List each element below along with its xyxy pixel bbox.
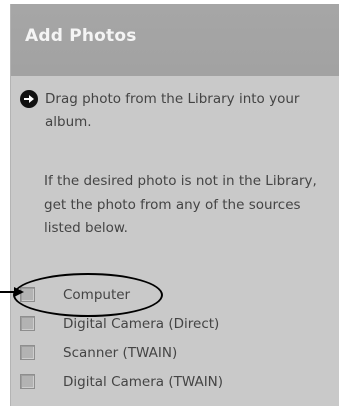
source-label: Scanner (TWAIN) — [63, 344, 178, 361]
instruction: Drag photo from the Library into your al… — [20, 88, 325, 134]
source-item-computer[interactable]: Computer — [20, 280, 330, 309]
digital-camera-twain-checkbox[interactable] — [20, 374, 35, 389]
source-label: Digital Camera (Direct) — [63, 315, 220, 332]
source-item-scanner-twain[interactable]: Scanner (TWAIN) — [20, 338, 330, 367]
source-note: If the desired photo is not in the Libra… — [44, 173, 317, 236]
arrow-right-circle-icon — [20, 90, 38, 108]
source-item-digital-camera-direct[interactable]: Digital Camera (Direct) — [20, 309, 330, 338]
instruction-text: Drag photo from the Library into your al… — [45, 91, 300, 130]
computer-checkbox[interactable] — [20, 287, 35, 302]
panel-header: Add Photos — [11, 4, 339, 76]
source-label: Computer — [63, 286, 131, 303]
source-label: Digital Camera (TWAIN) — [63, 373, 224, 390]
digital-camera-direct-checkbox[interactable] — [20, 316, 35, 331]
photo-source-list: Computer Digital Camera (Direct) Scanner… — [20, 280, 330, 396]
scanner-twain-checkbox[interactable] — [20, 345, 35, 360]
panel-title: Add Photos — [25, 26, 137, 46]
source-item-digital-camera-twain[interactable]: Digital Camera (TWAIN) — [20, 367, 330, 396]
